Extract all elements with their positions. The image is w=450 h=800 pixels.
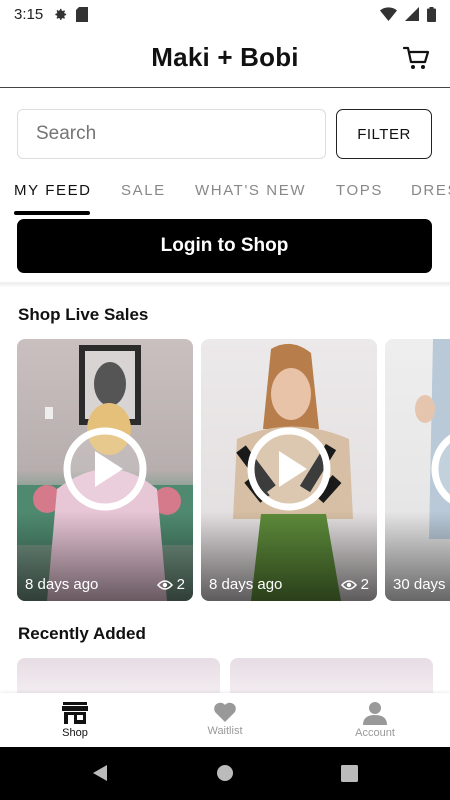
live-sales-carousel[interactable]: 8 days ago 2 8 days ago 2 30 days xyxy=(0,339,450,602)
nav-waitlist-label: Waitlist xyxy=(207,725,243,737)
heart-icon xyxy=(214,702,236,722)
nav-account[interactable]: Account xyxy=(300,693,450,747)
storefront-icon xyxy=(62,702,88,724)
cart-icon[interactable] xyxy=(402,44,430,72)
card-time-ago: 30 days xyxy=(393,576,446,593)
live-sale-card[interactable]: 30 days xyxy=(385,339,450,601)
live-sale-card[interactable]: 8 days ago 2 xyxy=(17,339,193,601)
home-icon[interactable] xyxy=(216,764,234,782)
app-title: Maki + Bobi xyxy=(151,42,299,72)
recent-item-thumbnail[interactable] xyxy=(17,658,220,698)
app-header: Maki + Bobi xyxy=(0,28,450,88)
active-tab-indicator xyxy=(14,211,90,215)
eye-icon xyxy=(340,579,357,590)
system-nav-bar xyxy=(0,747,450,800)
back-icon[interactable] xyxy=(91,764,109,782)
card-views: 2 xyxy=(156,576,185,593)
section-divider xyxy=(0,282,450,285)
search-input[interactable] xyxy=(17,109,326,159)
nav-shop[interactable]: Shop xyxy=(0,693,150,747)
status-bar: 3:15 xyxy=(0,0,450,28)
battery-icon xyxy=(427,6,436,22)
signal-icon xyxy=(405,7,419,21)
card-views: 2 xyxy=(340,576,369,593)
recently-added-title: Recently Added xyxy=(18,624,146,643)
nav-shop-label: Shop xyxy=(62,727,88,739)
card-time-ago: 8 days ago xyxy=(209,576,283,593)
play-icon[interactable] xyxy=(61,425,149,513)
eye-icon xyxy=(156,579,173,590)
wifi-icon xyxy=(380,7,397,21)
category-tabs: MY FEED SALE WHAT'S NEW TOPS DRES xyxy=(0,176,450,212)
gear-icon xyxy=(55,8,67,20)
bottom-nav: Shop Waitlist Account xyxy=(0,693,450,747)
tab-whats-new[interactable]: WHAT'S NEW xyxy=(195,182,306,199)
sim-card-icon xyxy=(76,6,89,22)
card-view-count: 2 xyxy=(360,576,369,593)
nav-waitlist[interactable]: Waitlist xyxy=(150,693,300,747)
login-to-shop-button[interactable]: Login to Shop xyxy=(17,219,432,273)
person-icon xyxy=(363,702,387,725)
card-view-count: 2 xyxy=(176,576,185,593)
tab-my-feed[interactable]: MY FEED xyxy=(14,182,92,199)
tab-dresses[interactable]: DRES xyxy=(411,182,450,199)
recents-icon[interactable] xyxy=(341,765,358,782)
live-sales-title: Shop Live Sales xyxy=(18,305,149,324)
tab-sale[interactable]: SALE xyxy=(121,182,166,199)
nav-account-label: Account xyxy=(355,727,395,739)
tab-tops[interactable]: TOPS xyxy=(336,182,383,199)
status-time: 3:15 xyxy=(14,5,44,23)
card-time-ago: 8 days ago xyxy=(25,576,99,593)
live-sale-card[interactable]: 8 days ago 2 xyxy=(201,339,377,601)
play-icon[interactable] xyxy=(429,425,450,513)
recent-item-thumbnail[interactable] xyxy=(230,658,433,698)
play-icon[interactable] xyxy=(245,425,333,513)
filter-button[interactable]: FILTER xyxy=(336,109,432,159)
